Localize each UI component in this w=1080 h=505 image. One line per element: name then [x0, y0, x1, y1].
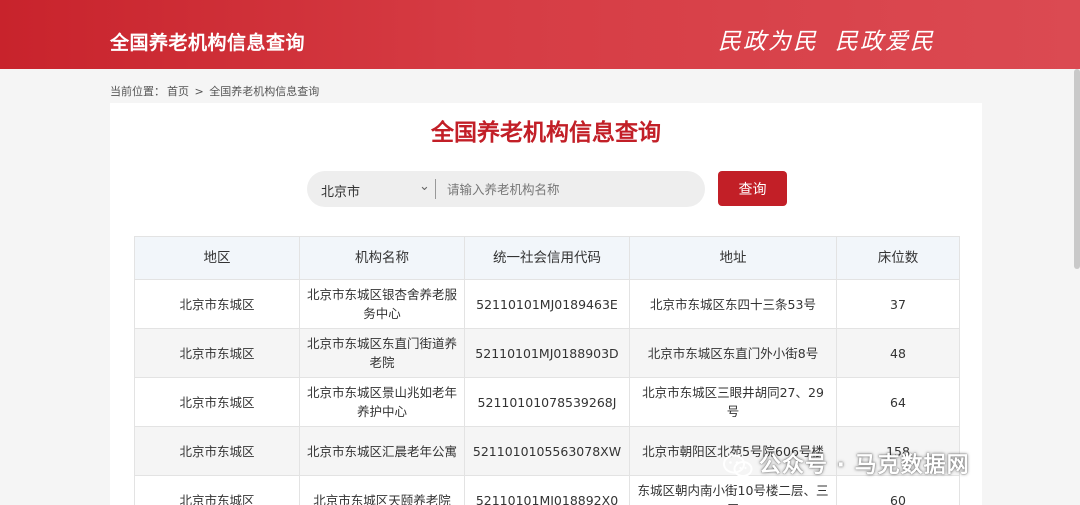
watermark: 公众号 · 马克数据网 [723, 447, 970, 479]
column-header-credit-code: 统一社会信用代码 [464, 236, 630, 280]
cell-credit-code: 52110101MJ0188903D [464, 328, 630, 378]
table-header-row: 地区 机构名称 统一社会信用代码 地址 床位数 [134, 236, 960, 280]
cell-credit-code: 52110101MJ018892X0 [464, 475, 630, 505]
wechat-icon [723, 454, 753, 477]
slogan-1: 民政为民 [718, 29, 818, 55]
cell-name: 北京市东城区天颐养老院 [299, 475, 465, 505]
cell-region: 北京市东城区 [134, 328, 300, 378]
breadcrumb-separator: > [194, 85, 204, 98]
site-title[interactable]: 全国养老机构信息查询 [110, 28, 305, 55]
cell-beds: 48 [836, 328, 960, 378]
cell-name: 北京市东城区景山兆如老年养护中心 [299, 377, 465, 427]
institution-name-input[interactable] [447, 179, 687, 199]
cell-region: 北京市东城区 [134, 279, 300, 329]
table-row: 北京市东城区 北京市东城区景山兆如老年养护中心 5211010107853926… [134, 377, 960, 427]
cell-region: 北京市东城区 [134, 377, 300, 427]
column-header-region: 地区 [134, 236, 300, 280]
cell-address: 北京市东城区三眼井胡同27、29号 [629, 377, 837, 427]
search-divider [435, 179, 436, 199]
cell-credit-code: 5211010105563078XW [464, 426, 630, 476]
region-select[interactable]: 北京市 [321, 181, 360, 200]
slogan-2: 民政爱民 [835, 29, 935, 55]
page-title: 全国养老机构信息查询 [431, 120, 661, 146]
table-row: 北京市东城区 北京市东城区天颐养老院 52110101MJ018892X0 东城… [134, 475, 960, 505]
site-header: 全国养老机构信息查询 民政为民 民政爱民 [0, 0, 1080, 69]
column-header-beds: 床位数 [836, 236, 960, 280]
table-row: 北京市东城区 北京市东城区东直门街道养老院 52110101MJ0188903D… [134, 328, 960, 378]
query-button[interactable]: 查询 [718, 171, 787, 206]
cell-address: 东城区朝内南小街10号楼二层、三层 [629, 475, 837, 505]
cell-name: 北京市东城区汇晨老年公寓 [299, 426, 465, 476]
cell-beds: 37 [836, 279, 960, 329]
breadcrumb-home-link[interactable]: 首页 [167, 85, 189, 98]
cell-region: 北京市东城区 [134, 475, 300, 505]
column-header-name: 机构名称 [299, 236, 465, 280]
cell-beds: 64 [836, 377, 960, 427]
page-scrollbar[interactable] [1074, 69, 1080, 269]
cell-name: 北京市东城区银杏舍养老服务中心 [299, 279, 465, 329]
cell-credit-code: 52110101078539268J [464, 377, 630, 427]
cell-address: 北京市东城区东四十三条53号 [629, 279, 837, 329]
breadcrumb: 当前位置： 首页 > 全国养老机构信息查询 [110, 83, 321, 99]
breadcrumb-prefix: 当前位置： [110, 85, 165, 98]
cell-beds: 60 [836, 475, 960, 505]
cell-credit-code: 52110101MJ0189463E [464, 279, 630, 329]
breadcrumb-current: 全国养老机构信息查询 [209, 85, 320, 98]
chevron-down-icon[interactable]: ⌄ [419, 179, 430, 194]
cell-name: 北京市东城区东直门街道养老院 [299, 328, 465, 378]
table-row: 北京市东城区 北京市东城区银杏舍养老服务中心 52110101MJ0189463… [134, 279, 960, 329]
watermark-text: 公众号 · 马克数据网 [759, 453, 970, 478]
column-header-address: 地址 [629, 236, 837, 280]
search-bar: 北京市 ⌄ [307, 171, 705, 207]
cell-address: 北京市东城区东直门外小街8号 [629, 328, 837, 378]
cell-region: 北京市东城区 [134, 426, 300, 476]
